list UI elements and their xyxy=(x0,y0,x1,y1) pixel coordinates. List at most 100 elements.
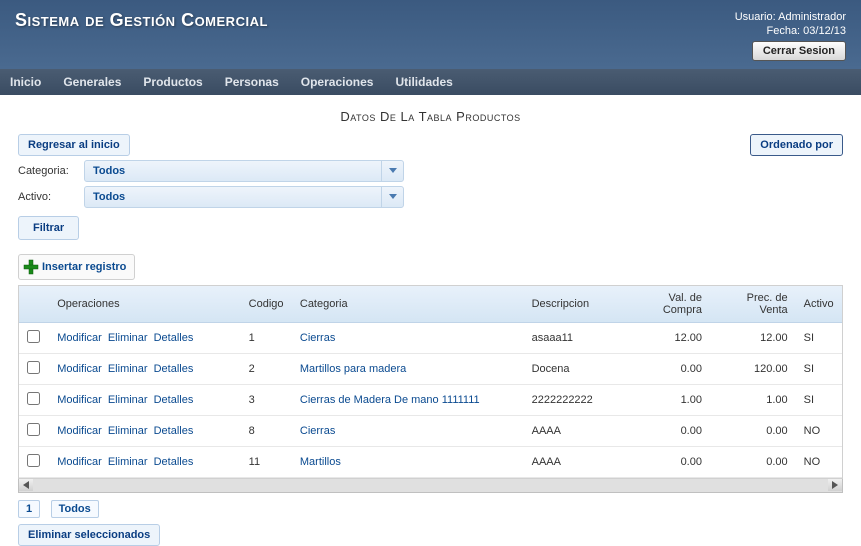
row-detalles[interactable]: Detalles xyxy=(154,456,194,468)
row-activo: SI xyxy=(796,322,842,353)
menu-utilidades[interactable]: Utilidades xyxy=(395,75,452,89)
row-venta: 12.00 xyxy=(710,322,796,353)
row-checkbox[interactable] xyxy=(27,423,40,436)
row-categoria: Martillos xyxy=(292,446,524,477)
user-label: Usuario: Administrador xyxy=(735,10,846,24)
row-compra: 0.00 xyxy=(629,446,710,477)
row-codigo: 1 xyxy=(241,322,292,353)
row-modificar[interactable]: Modificar xyxy=(57,394,102,406)
table-header-row: Operaciones Codigo Categoria Descripcion… xyxy=(19,286,842,323)
page-title: Datos De La Tabla Productos xyxy=(0,95,861,134)
chevron-down-icon xyxy=(381,161,403,181)
row-categoria: Martillos para madera xyxy=(292,353,524,384)
menu-generales[interactable]: Generales xyxy=(63,75,121,89)
row-eliminar[interactable]: Eliminar xyxy=(108,332,148,344)
row-eliminar[interactable]: Eliminar xyxy=(108,425,148,437)
row-operations: Modificar Eliminar Detalles xyxy=(49,322,240,353)
row-descripcion: Docena xyxy=(524,353,630,384)
row-compra: 0.00 xyxy=(629,415,710,446)
row-venta: 0.00 xyxy=(710,415,796,446)
header-user-info: Usuario: Administrador Fecha: 03/12/13 C… xyxy=(735,10,846,61)
row-codigo: 3 xyxy=(241,384,292,415)
row-descripcion: 2222222222 xyxy=(524,384,630,415)
activo-value: Todos xyxy=(85,191,381,203)
row-detalles[interactable]: Detalles xyxy=(154,332,194,344)
row-detalles[interactable]: Detalles xyxy=(154,363,194,375)
col-compra: Val. de Compra xyxy=(629,286,710,323)
row-compra: 0.00 xyxy=(629,353,710,384)
row-operations: Modificar Eliminar Detalles xyxy=(49,415,240,446)
filter-button[interactable]: Filtrar xyxy=(18,216,79,240)
row-eliminar[interactable]: Eliminar xyxy=(108,394,148,406)
table-row: Modificar Eliminar Detalles 2Martillos para… xyxy=(19,353,842,384)
row-compra: 1.00 xyxy=(629,384,710,415)
app-header: Sistema de Gestión Comercial Usuario: Ad… xyxy=(0,0,861,69)
row-activo: SI xyxy=(796,353,842,384)
scroll-left-icon[interactable] xyxy=(19,479,33,491)
pager-all[interactable]: Todos xyxy=(51,500,99,518)
row-eliminar[interactable]: Eliminar xyxy=(108,363,148,375)
menu-productos[interactable]: Productos xyxy=(143,75,202,89)
row-categoria: Cierras xyxy=(292,322,524,353)
app-title: Sistema de Gestión Comercial xyxy=(15,10,268,31)
row-categoria: Cierras xyxy=(292,415,524,446)
row-operations: Modificar Eliminar Detalles xyxy=(49,353,240,384)
row-descripcion: AAAA xyxy=(524,446,630,477)
insert-record-label: Insertar registro xyxy=(42,261,126,273)
horizontal-scrollbar[interactable] xyxy=(18,479,843,493)
row-modificar[interactable]: Modificar xyxy=(57,363,102,375)
col-venta: Prec. de Venta xyxy=(710,286,796,323)
row-codigo: 2 xyxy=(241,353,292,384)
activo-dropdown[interactable]: Todos xyxy=(84,186,404,208)
col-activo: Activo xyxy=(796,286,842,323)
menu-personas[interactable]: Personas xyxy=(225,75,279,89)
row-operations: Modificar Eliminar Detalles xyxy=(49,384,240,415)
insert-record-button[interactable]: Insertar registro xyxy=(18,254,135,280)
row-detalles[interactable]: Detalles xyxy=(154,425,194,437)
products-table: Operaciones Codigo Categoria Descripcion… xyxy=(18,285,843,479)
row-checkbox[interactable] xyxy=(27,361,40,374)
row-codigo: 11 xyxy=(241,446,292,477)
table-row: ModificarEliminarDetalles8CierrasAAAA0.0… xyxy=(19,415,842,446)
row-venta: 0.00 xyxy=(710,446,796,477)
categoria-label: Categoria: xyxy=(18,165,78,177)
row-operations: Modificar Eliminar Detalles xyxy=(49,446,240,477)
menu-operaciones[interactable]: Operaciones xyxy=(301,75,374,89)
scroll-right-icon[interactable] xyxy=(828,479,842,491)
categoria-value: Todos xyxy=(85,165,381,177)
row-modificar[interactable]: Modificar xyxy=(57,456,102,468)
date-label: Fecha: 03/12/13 xyxy=(735,24,846,38)
row-checkbox[interactable] xyxy=(27,330,40,343)
row-checkbox[interactable] xyxy=(27,454,40,467)
row-activo: NO xyxy=(796,446,842,477)
row-detalles[interactable]: Detalles xyxy=(154,394,194,406)
row-codigo: 8 xyxy=(241,415,292,446)
col-operaciones: Operaciones xyxy=(49,286,240,323)
col-codigo: Codigo xyxy=(241,286,292,323)
table-row: Modificar Eliminar Detalles 1Cierrasasaaa11… xyxy=(19,322,842,353)
row-descripcion: asaaa11 xyxy=(524,322,630,353)
logout-button[interactable]: Cerrar Sesion xyxy=(752,41,846,61)
activo-label: Activo: xyxy=(18,191,78,203)
plus-icon xyxy=(22,258,40,276)
col-descripcion: Descripcion xyxy=(524,286,630,323)
row-compra: 12.00 xyxy=(629,322,710,353)
row-venta: 120.00 xyxy=(710,353,796,384)
row-modificar[interactable]: Modificar xyxy=(57,332,102,344)
back-button[interactable]: Regresar al inicio xyxy=(18,134,130,156)
table-row: Modificar Eliminar Detalles 11MartillosAAAA… xyxy=(19,446,842,477)
row-categoria: Cierras de Madera De mano 1111111 xyxy=(292,384,524,415)
pager-page-1[interactable]: 1 xyxy=(18,500,40,518)
row-eliminar[interactable]: Eliminar xyxy=(108,456,148,468)
row-modificar[interactable]: Modificar xyxy=(57,425,102,437)
sort-button[interactable]: Ordenado por xyxy=(750,134,843,156)
main-menubar: Inicio Generales Productos Personas Oper… xyxy=(0,69,861,95)
row-activo: NO xyxy=(796,415,842,446)
row-activo: SI xyxy=(796,384,842,415)
chevron-down-icon xyxy=(381,187,403,207)
row-checkbox[interactable] xyxy=(27,392,40,405)
menu-inicio[interactable]: Inicio xyxy=(10,75,41,89)
col-categoria: Categoria xyxy=(292,286,524,323)
row-venta: 1.00 xyxy=(710,384,796,415)
categoria-dropdown[interactable]: Todos xyxy=(84,160,404,182)
